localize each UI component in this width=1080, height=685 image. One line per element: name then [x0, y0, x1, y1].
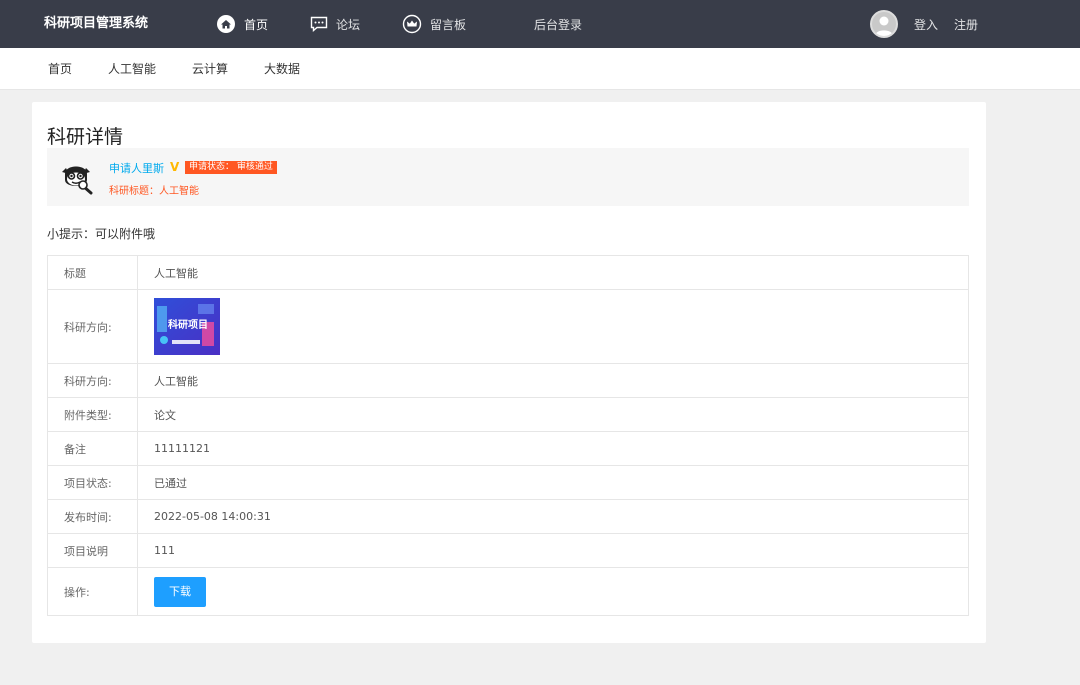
table-row: 项目说明 111	[47, 533, 969, 568]
page-title: 科研详情	[47, 126, 124, 148]
row-value: 人工智能	[137, 363, 969, 398]
nav-admin-login-label: 后台登录	[534, 17, 583, 32]
row-key: 项目说明	[47, 533, 138, 568]
tip-text: 小提示：可以附件哦	[47, 227, 156, 241]
cover-image-text: 科研项目	[168, 318, 208, 331]
nav-admin-login[interactable]: 后台登录	[534, 0, 582, 48]
crown-icon	[402, 14, 422, 34]
category-ai[interactable]: 人工智能	[108, 60, 156, 77]
row-key: 科研方向:	[47, 363, 138, 398]
applicant-name[interactable]: 申请人里斯	[109, 160, 164, 176]
row-value: 11111121	[137, 431, 969, 466]
nav-message-board[interactable]: 留言板	[402, 0, 466, 48]
row-value: 科研项目	[137, 289, 969, 364]
row-key: 附件类型:	[47, 397, 138, 432]
site-brand[interactable]: 科研项目管理系统	[44, 12, 148, 31]
applicant-avatar	[57, 158, 95, 196]
row-value: 111	[137, 533, 969, 568]
download-button[interactable]: 下载	[154, 576, 206, 607]
nav-forum-label: 论坛	[336, 17, 361, 32]
nav-forum[interactable]: 论坛	[310, 0, 360, 48]
applicant-panel: 申请人里斯 V 申请状态： 审核通过 科研标题：人工智能	[47, 148, 969, 206]
row-key: 科研方向:	[47, 289, 138, 364]
row-key: 项目状态:	[47, 465, 138, 500]
project-topic: 科研标题：人工智能	[109, 186, 199, 197]
project-cover-image: 科研项目	[154, 298, 220, 355]
table-row: 项目状态: 已通过	[47, 465, 969, 500]
table-row: 备注 11111121	[47, 431, 969, 466]
home-icon	[216, 14, 236, 34]
table-row: 科研方向: 科研项目	[47, 289, 969, 364]
table-row: 附件类型: 论文	[47, 397, 969, 432]
status-badge: 申请状态： 审核通过	[185, 161, 277, 174]
table-row: 操作: 下载	[47, 567, 969, 616]
category-nav: 首页 人工智能 云计算 大数据	[0, 48, 1080, 90]
category-home[interactable]: 首页	[48, 60, 72, 77]
chat-icon	[310, 16, 328, 32]
detail-table: 标题 人工智能 科研方向: 科研项目 科研方向: 人工智能 附件类型: 论文 备…	[47, 255, 969, 616]
nav-home-label: 首页	[244, 17, 269, 32]
register-link[interactable]: 注册	[954, 16, 978, 33]
user-area: 登入 注册	[869, 0, 978, 48]
category-cloud[interactable]: 云计算	[192, 60, 228, 77]
table-row: 标题 人工智能	[47, 255, 969, 290]
detail-card: 科研详情 申请人里斯 V 申请状态： 审核通过 科研标题：人工智能 小提示：可以…	[32, 102, 986, 643]
verified-icon: V	[170, 160, 180, 174]
login-link[interactable]: 登入	[914, 16, 938, 33]
row-value: 人工智能	[137, 255, 969, 290]
row-key: 发布时间:	[47, 499, 138, 534]
nav-home[interactable]: 首页	[216, 0, 268, 48]
row-key: 操作:	[47, 567, 138, 616]
row-value: 论文	[137, 397, 969, 432]
row-value: 2022-05-08 14:00:31	[137, 499, 969, 534]
user-avatar-icon[interactable]	[869, 10, 898, 38]
table-row: 发布时间: 2022-05-08 14:00:31	[47, 499, 969, 534]
top-navbar: 科研项目管理系统 首页 论坛 留言板 后台登录 登入 注册	[0, 0, 1080, 48]
row-value: 下载	[137, 567, 969, 616]
row-value: 已通过	[137, 465, 969, 500]
main-nav: 首页 论坛 留言板 后台登录	[216, 0, 624, 48]
nav-message-board-label: 留言板	[430, 17, 467, 32]
row-key: 标题	[47, 255, 138, 290]
table-row: 科研方向: 人工智能	[47, 363, 969, 398]
category-bigdata[interactable]: 大数据	[264, 60, 300, 77]
row-key: 备注	[47, 431, 138, 466]
